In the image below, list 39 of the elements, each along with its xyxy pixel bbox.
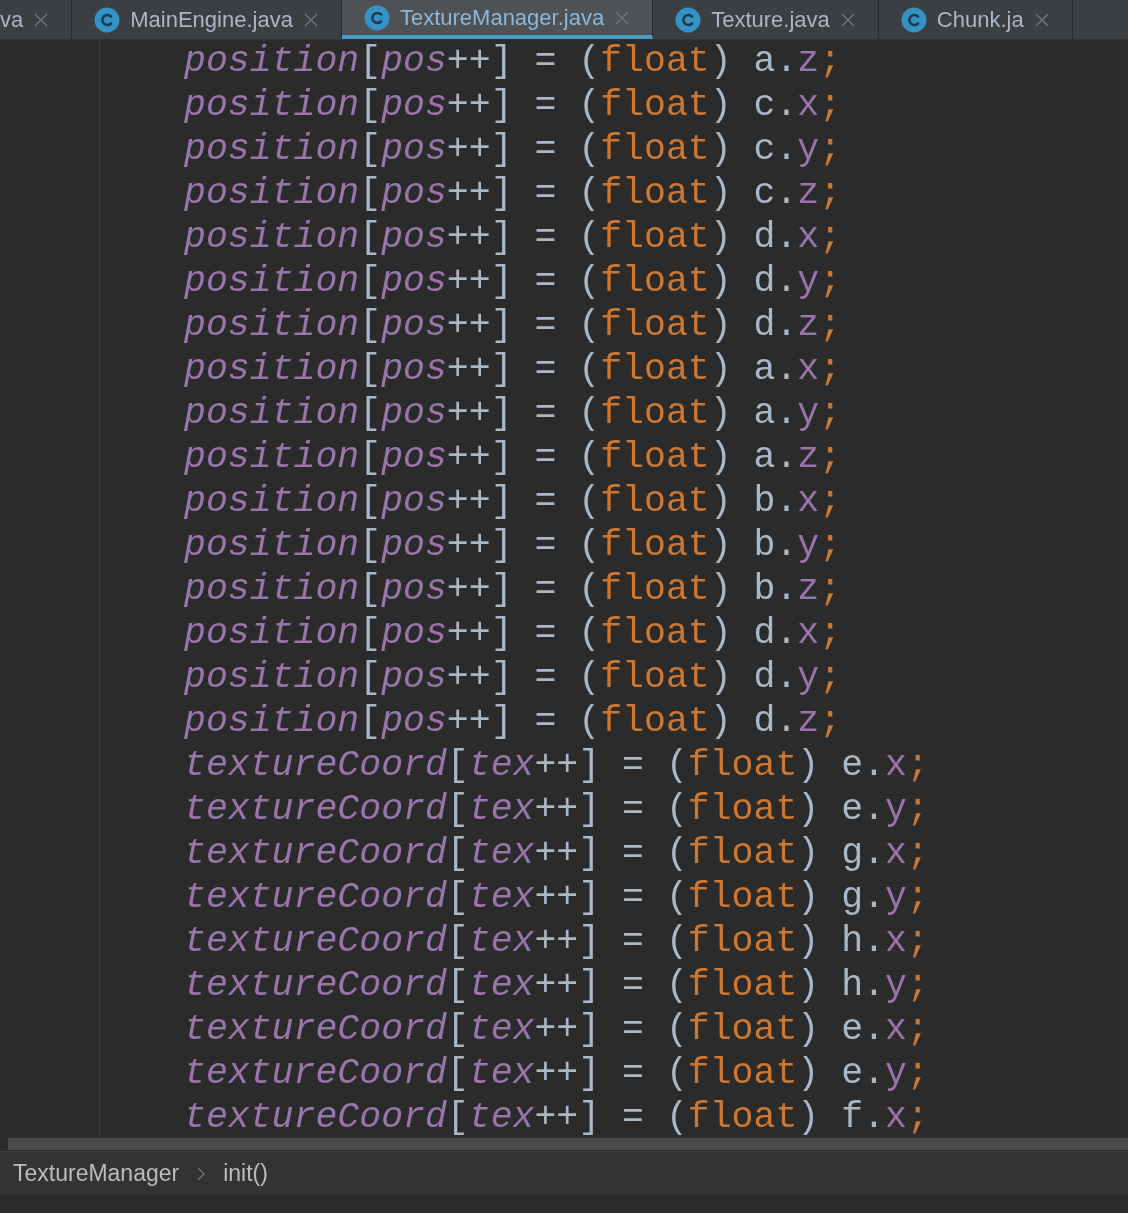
code-line: position[pos++] = (float) a.z; — [184, 40, 843, 84]
code-line: position[pos++] = (float) a.y; — [184, 392, 843, 436]
code-line: position[pos++] = (float) c.y; — [184, 128, 843, 172]
close-icon[interactable] — [614, 9, 631, 26]
breadcrumb-item[interactable]: init() — [223, 1156, 268, 1191]
editor-tab[interactable]: MainEngine.java — [72, 0, 342, 39]
chevron-icon — [197, 1166, 206, 1181]
code-line: textureCoord[tex++] = (float) h.x; — [184, 920, 929, 964]
code-line: position[pos++] = (float) d.z; — [184, 700, 843, 744]
code-line: position[pos++] = (float) d.x; — [184, 216, 843, 260]
code-line: position[pos++] = (float) d.y; — [184, 656, 843, 700]
code-line: position[pos++] = (float) b.y; — [184, 524, 843, 568]
horizontal-scrollbar[interactable] — [8, 1138, 1128, 1150]
code-line: position[pos++] = (float) b.x; — [184, 480, 843, 524]
close-icon[interactable] — [33, 11, 50, 28]
code-line: textureCoord[tex++] = (float) f.x; — [184, 1096, 929, 1137]
close-icon[interactable] — [839, 11, 856, 28]
code-line: position[pos++] = (float) d.z; — [184, 304, 843, 348]
editor-tab[interactable]: Chunk.ja — [878, 0, 1073, 39]
breadcrumb-item[interactable]: TextureManager — [13, 1156, 180, 1191]
code-line: textureCoord[tex++] = (float) g.y; — [184, 876, 929, 920]
code-line: position[pos++] = (float) d.y; — [184, 260, 843, 304]
code-line: position[pos++] = (float) b.z; — [184, 568, 843, 612]
code-line: textureCoord[tex++] = (float) e.x; — [184, 744, 929, 788]
close-icon[interactable] — [1033, 11, 1050, 28]
code-line: position[pos++] = (float) d.x; — [184, 612, 843, 656]
editor-tab[interactable]: Texture.java — [653, 0, 879, 39]
code-line: textureCoord[tex++] = (float) g.x; — [184, 832, 929, 876]
close-icon[interactable] — [302, 11, 319, 28]
editor-tab[interactable]: TextureManager.java — [341, 0, 654, 39]
code-line: textureCoord[tex++] = (float) h.y; — [184, 964, 929, 1008]
code-line: position[pos++] = (float) c.z; — [184, 172, 843, 216]
editor-tab[interactable]: va — [0, 0, 73, 39]
code-line: textureCoord[tex++] = (float) e.y; — [184, 1052, 929, 1096]
code-line: position[pos++] = (float) c.x; — [184, 84, 843, 128]
code-line: position[pos++] = (float) a.z; — [184, 436, 843, 480]
code-line: textureCoord[tex++] = (float) e.x; — [184, 1008, 929, 1052]
code-line: position[pos++] = (float) a.x; — [184, 348, 843, 392]
code-line: textureCoord[tex++] = (float) e.y; — [184, 788, 929, 832]
